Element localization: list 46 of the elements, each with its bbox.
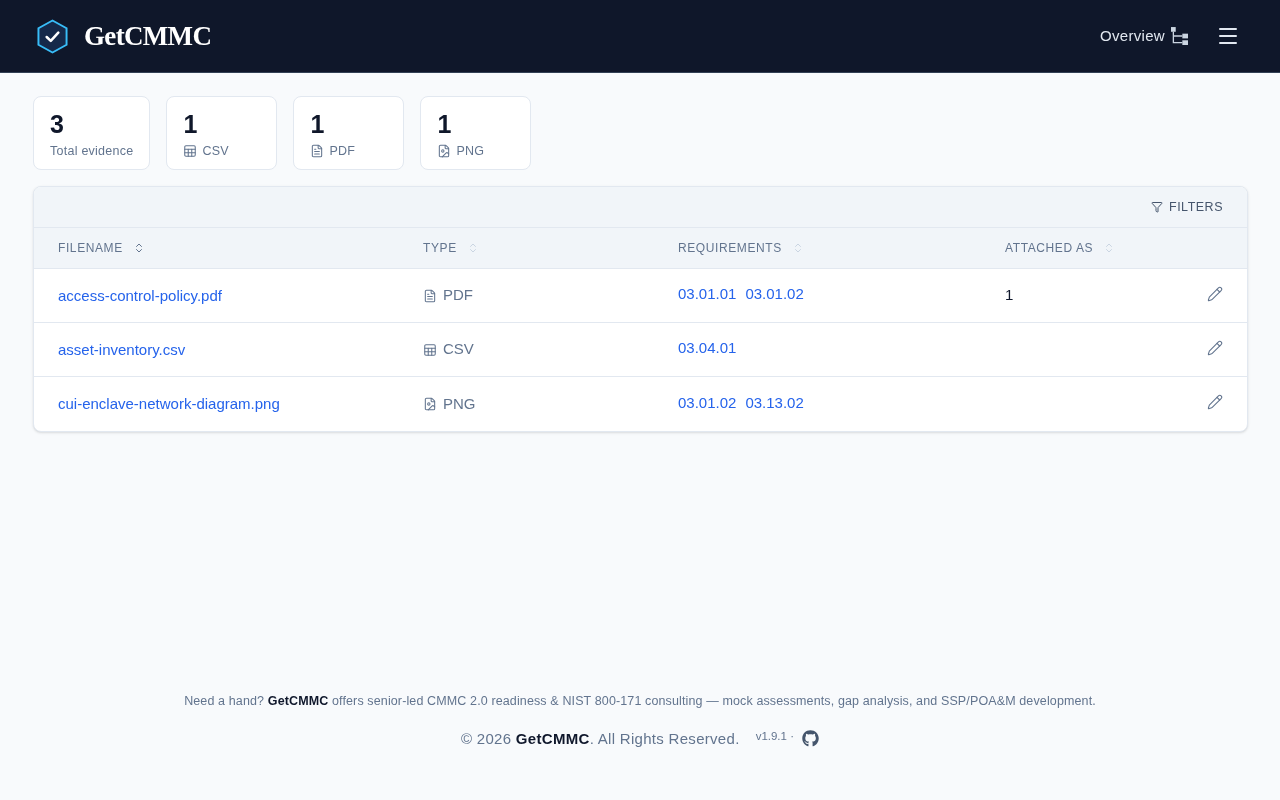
- github-icon[interactable]: [802, 730, 819, 748]
- file-type-text: PDF: [443, 285, 473, 306]
- copyright-text: © 2026 GetCMMC. All Rights Reserved.: [461, 728, 740, 749]
- stat-label: Total evidence: [50, 143, 134, 160]
- table-icon: [423, 342, 437, 357]
- logo-icon: [37, 18, 68, 54]
- edit-button[interactable]: [1207, 285, 1223, 302]
- stat-label: CSV: [202, 143, 229, 160]
- table-icon: [183, 144, 198, 159]
- stat-value: 1: [183, 109, 199, 139]
- overview-link[interactable]: Overview: [1100, 24, 1188, 48]
- column-header[interactable]: TYPE: [423, 239, 457, 257]
- column-header[interactable]: FILENAME: [58, 239, 123, 257]
- requirement-link[interactable]: 03.04.01: [678, 337, 737, 360]
- requirement-link[interactable]: 03.01.01: [678, 283, 737, 306]
- document-icon: [310, 144, 325, 159]
- edit-button[interactable]: [1207, 394, 1223, 410]
- consulting-note: Need a hand? GetCMMC offers senior-led CMMC 2.0 readiness & NIST 800-171 consulting — mock assessments, gap analysis, and SSP/POA&M development.: [184, 692, 1096, 710]
- file-link[interactable]: cui-enclave-network-diagram.png: [58, 395, 280, 412]
- file-link[interactable]: asset-inventory.csv: [58, 340, 186, 358]
- file-link[interactable]: access-control-policy.pdf: [58, 286, 222, 304]
- brand-name: GetCMMC: [84, 19, 212, 53]
- stat-label: PNG: [456, 143, 485, 160]
- file-type-text: PNG: [443, 393, 476, 414]
- pencil-icon: [1207, 285, 1223, 302]
- version-text: v1.9.1 ·: [755, 729, 794, 745]
- pencil-icon: [1207, 339, 1223, 356]
- requirement-link[interactable]: 03.01.02: [678, 391, 737, 415]
- requirement-link[interactable]: 03.13.02: [745, 391, 804, 415]
- pencil-icon: [1207, 394, 1223, 410]
- stat-value: 3: [50, 109, 65, 139]
- filter-icon: [1151, 201, 1163, 213]
- tree-icon: [1171, 26, 1188, 46]
- image-file-icon: [437, 144, 452, 159]
- attached-as-text: 1: [1005, 285, 1014, 306]
- stat-value: 1: [310, 109, 326, 139]
- column-header[interactable]: REQUIREMENTS: [678, 239, 782, 257]
- document-icon: [423, 288, 437, 303]
- column-header[interactable]: ATTACHED AS: [1005, 239, 1094, 257]
- stat-label: PDF: [329, 143, 356, 160]
- requirement-link[interactable]: 03.01.02: [745, 283, 804, 306]
- edit-button[interactable]: [1207, 339, 1223, 356]
- filters-button[interactable]: FILTERS: [1151, 197, 1223, 217]
- stat-value: 1: [437, 109, 453, 139]
- image-file-icon: [423, 397, 437, 411]
- file-type-text: CSV: [443, 339, 474, 360]
